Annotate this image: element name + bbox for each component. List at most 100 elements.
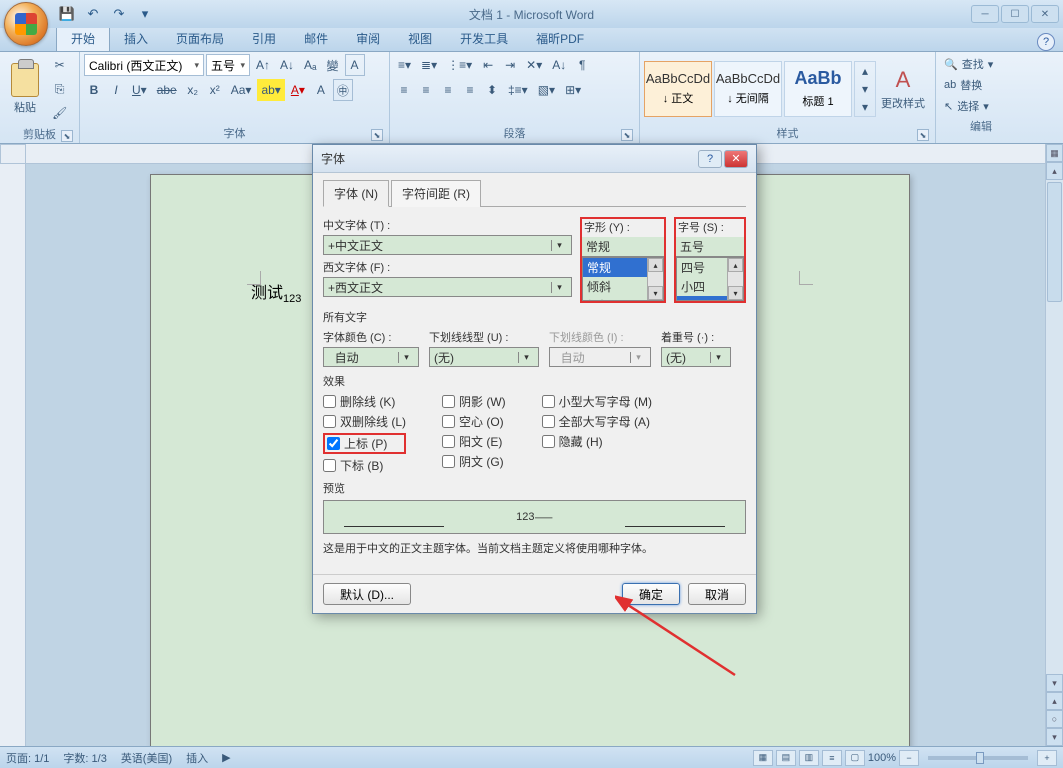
ok-button[interactable]: 确定 bbox=[622, 583, 680, 605]
checkbox-small-caps[interactable]: 小型大写字母 (M) bbox=[542, 393, 652, 410]
prev-page-button[interactable]: ▴ bbox=[1046, 692, 1063, 710]
zoom-in-button[interactable]: + bbox=[1037, 750, 1057, 766]
status-insert-mode[interactable]: 插入 bbox=[186, 750, 208, 766]
shrink-font-icon[interactable]: A↓ bbox=[276, 54, 298, 76]
subscript-button[interactable]: x₂ bbox=[183, 79, 203, 101]
font-size-list[interactable]: 四号 小四 五号 ▴▾ bbox=[676, 257, 744, 301]
align-center-button[interactable]: ≡ bbox=[416, 79, 436, 101]
font-dialog-launcher[interactable]: ⬊ bbox=[371, 129, 383, 141]
cancel-button[interactable]: 取消 bbox=[688, 583, 746, 605]
line-spacing-button[interactable]: ‡≡▾ bbox=[504, 79, 532, 101]
checkbox-shadow[interactable]: 阴影 (W) bbox=[442, 393, 506, 410]
undo-icon[interactable]: ↶ bbox=[82, 3, 104, 25]
indent-right-button[interactable]: ⇥ bbox=[500, 54, 520, 76]
zoom-level[interactable]: 100% bbox=[868, 752, 896, 764]
format-painter-icon[interactable]: 🖌 bbox=[48, 102, 71, 124]
bold-button[interactable]: B bbox=[84, 79, 104, 101]
dialog-help-button[interactable]: ? bbox=[698, 150, 722, 168]
justify-button[interactable]: ≡ bbox=[460, 79, 480, 101]
status-language[interactable]: 英语(美国) bbox=[121, 750, 172, 766]
font-style-list[interactable]: 常规 倾斜 加粗 ▴▾ bbox=[582, 257, 664, 301]
replace-button[interactable]: ab替换 bbox=[940, 75, 986, 95]
default-button[interactable]: 默认 (D)... bbox=[323, 583, 411, 605]
status-macro-icon[interactable]: ▶ bbox=[222, 751, 230, 764]
font-style-input[interactable]: 常规 bbox=[582, 237, 664, 257]
tab-page-layout[interactable]: 页面布局 bbox=[162, 26, 238, 51]
asian-layout-button[interactable]: ✕▾ bbox=[522, 54, 546, 76]
close-button[interactable]: ✕ bbox=[1031, 5, 1059, 23]
minimize-button[interactable]: ─ bbox=[971, 5, 999, 23]
scroll-down-button[interactable]: ▾ bbox=[1046, 674, 1063, 692]
zoom-thumb[interactable] bbox=[976, 752, 984, 764]
save-icon[interactable]: 💾 bbox=[56, 3, 78, 25]
italic-button[interactable]: I bbox=[106, 79, 126, 101]
tab-mailings[interactable]: 邮件 bbox=[290, 26, 342, 51]
paste-button[interactable]: 粘贴 bbox=[4, 63, 46, 115]
view-print-layout[interactable]: ▦ bbox=[753, 750, 773, 766]
checkbox-double-strikethrough[interactable]: 双删除线 (L) bbox=[323, 413, 406, 430]
tab-home[interactable]: 开始 bbox=[56, 25, 110, 51]
select-button[interactable]: ↖选择▾ bbox=[940, 96, 993, 116]
bullets-button[interactable]: ≡▾ bbox=[394, 54, 415, 76]
vertical-ruler[interactable] bbox=[0, 164, 26, 746]
checkbox-all-caps[interactable]: 全部大写字母 (A) bbox=[542, 413, 652, 430]
styles-scroll-up[interactable]: ▴ bbox=[855, 62, 875, 80]
superscript-button[interactable]: x² bbox=[205, 79, 225, 101]
dialog-tab-font[interactable]: 字体 (N) bbox=[323, 180, 389, 207]
align-left-button[interactable]: ≡ bbox=[394, 79, 414, 101]
style-no-spacing[interactable]: AaBbCcDd↓ 无间隔 bbox=[714, 61, 782, 117]
maximize-button[interactable]: ☐ bbox=[1001, 5, 1029, 23]
phonetic-icon[interactable]: 變 bbox=[323, 54, 343, 76]
enclose-char-button[interactable]: ㊥ bbox=[333, 79, 353, 101]
style-normal[interactable]: AaBbCcDd↓ 正文 bbox=[644, 61, 712, 117]
distribute-button[interactable]: ⬍ bbox=[482, 79, 502, 101]
grow-font-icon[interactable]: A↑ bbox=[252, 54, 274, 76]
tab-view[interactable]: 视图 bbox=[394, 26, 446, 51]
tab-references[interactable]: 引用 bbox=[238, 26, 290, 51]
clear-format-icon[interactable]: Aₐ bbox=[300, 54, 320, 76]
ruler-toggle-icon[interactable]: ▦ bbox=[1046, 144, 1063, 162]
dialog-close-button[interactable]: ✕ bbox=[724, 150, 748, 168]
char-border-icon[interactable]: A bbox=[345, 54, 365, 76]
scroll-thumb[interactable] bbox=[1047, 182, 1062, 302]
checkbox-engrave[interactable]: 阴文 (G) bbox=[442, 453, 506, 470]
browse-object-button[interactable]: ○ bbox=[1046, 710, 1063, 728]
office-button[interactable] bbox=[4, 2, 48, 46]
next-page-button[interactable]: ▾ bbox=[1046, 728, 1063, 746]
checkbox-strikethrough[interactable]: 删除线 (K) bbox=[323, 393, 406, 410]
indent-left-button[interactable]: ⇤ bbox=[478, 54, 498, 76]
west-font-combo[interactable]: +西文正文▾ bbox=[323, 277, 572, 297]
checkbox-emboss[interactable]: 阳文 (E) bbox=[442, 433, 506, 450]
copy-icon[interactable]: ⎘ bbox=[48, 78, 71, 100]
cn-font-combo[interactable]: +中文正文▾ bbox=[323, 235, 572, 255]
styles-more[interactable]: ▾ bbox=[855, 98, 875, 116]
font-color-button[interactable]: A▾ bbox=[287, 79, 309, 101]
style-heading-1[interactable]: AaBb标题 1 bbox=[784, 61, 852, 117]
multilevel-list-button[interactable]: ⋮≡▾ bbox=[443, 54, 476, 76]
shading-button[interactable]: ▧▾ bbox=[534, 79, 559, 101]
status-words[interactable]: 字数: 1/3 bbox=[63, 750, 106, 766]
change-case-button[interactable]: Aa▾ bbox=[227, 79, 256, 101]
tab-insert[interactable]: 插入 bbox=[110, 26, 162, 51]
view-full-screen[interactable]: ▤ bbox=[776, 750, 796, 766]
numbering-button[interactable]: ≣▾ bbox=[417, 54, 441, 76]
document-text[interactable]: 测试123 bbox=[251, 279, 301, 305]
underline-style-combo[interactable]: (无)▾ bbox=[429, 347, 539, 367]
font-color-combo[interactable]: 自动▾ bbox=[323, 347, 419, 367]
scroll-up-button[interactable]: ▴ bbox=[1046, 162, 1063, 180]
checkbox-superscript[interactable]: 上标 (P) bbox=[323, 433, 406, 454]
font-size-input[interactable]: 五号 bbox=[676, 237, 744, 257]
styles-scroll-down[interactable]: ▾ bbox=[855, 80, 875, 98]
help-icon[interactable]: ? bbox=[1037, 33, 1055, 51]
cut-icon[interactable]: ✂ bbox=[48, 54, 71, 76]
strikethrough-button[interactable]: abe bbox=[153, 79, 181, 101]
checkbox-outline[interactable]: 空心 (O) bbox=[442, 413, 506, 430]
font-name-combo[interactable]: Calibri (西文正文)▾ bbox=[84, 54, 204, 76]
dialog-tab-char-spacing[interactable]: 字符间距 (R) bbox=[391, 180, 481, 207]
clipboard-dialog-launcher[interactable]: ⬊ bbox=[61, 130, 73, 142]
view-draft[interactable]: ▢ bbox=[845, 750, 865, 766]
status-page[interactable]: 页面: 1/1 bbox=[6, 750, 49, 766]
tab-developer[interactable]: 开发工具 bbox=[446, 26, 522, 51]
qat-dropdown-icon[interactable]: ▾ bbox=[134, 3, 156, 25]
find-button[interactable]: 🔍查找▾ bbox=[940, 54, 997, 74]
